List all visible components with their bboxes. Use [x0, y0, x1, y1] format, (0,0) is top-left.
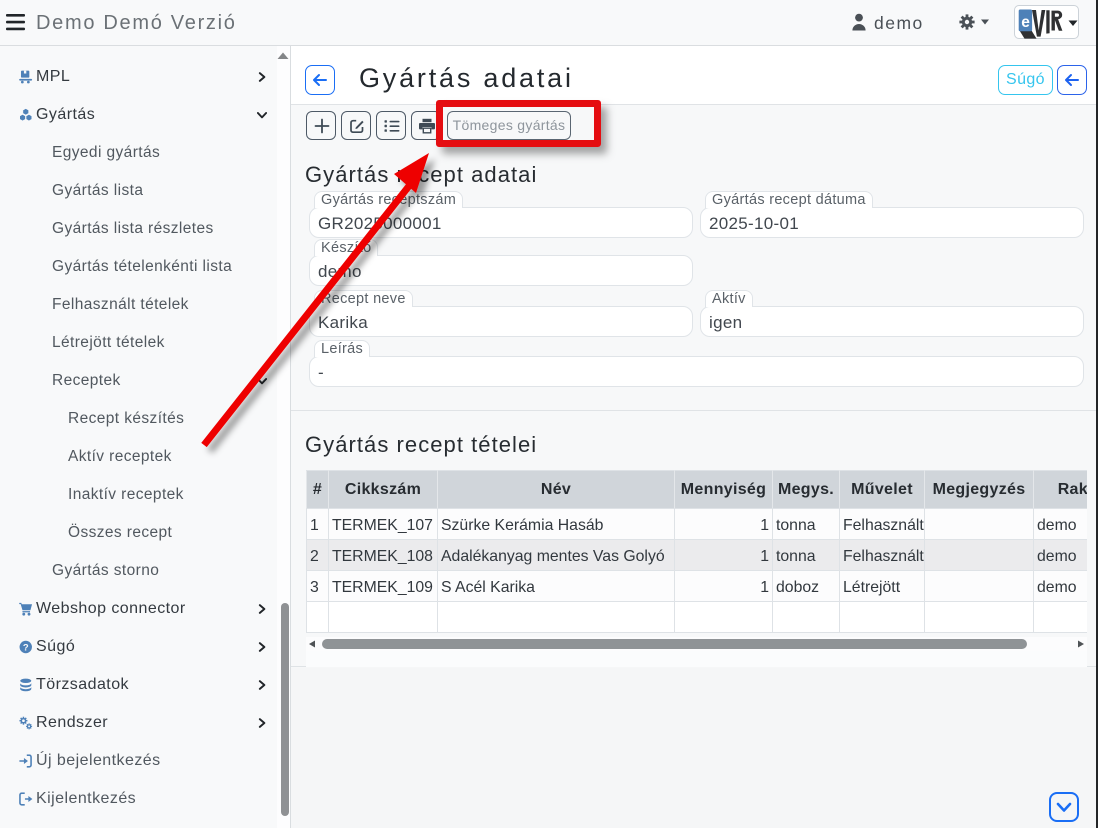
svg-text:e: e: [1021, 14, 1030, 31]
svg-text:?: ?: [23, 642, 29, 653]
